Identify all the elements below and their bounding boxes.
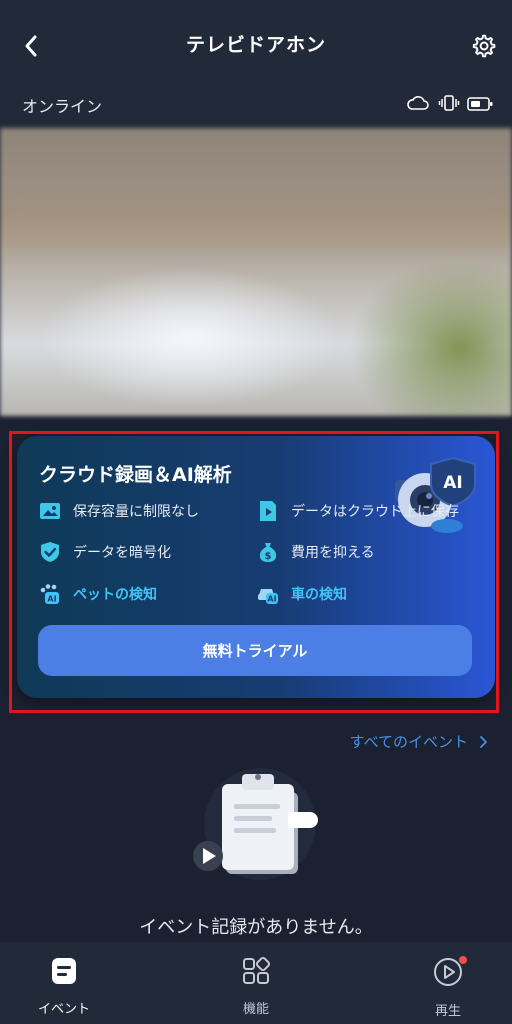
cloud-icon	[407, 96, 429, 110]
settings-gear-icon[interactable]	[470, 33, 496, 59]
no-events-message: イベント記録がありません。	[139, 917, 373, 938]
empty-clipboard-icon	[193, 768, 318, 880]
event-list-icon	[52, 958, 76, 984]
chevron-right-icon	[480, 735, 487, 748]
page-title: テレビドアホン	[185, 34, 326, 56]
nav-item-events[interactable]: イベント	[4, 956, 124, 1017]
notification-dot	[459, 956, 467, 964]
online-status: オンライン	[22, 97, 103, 116]
nav-label-functions: 機能	[242, 1002, 269, 1017]
vibrate-icon	[438, 95, 460, 111]
battery-icon	[467, 97, 493, 111]
video-blur-band	[0, 208, 512, 248]
all-events-label: すべてのイベント	[349, 733, 468, 751]
bottom-nav: イベント 機能 再生	[0, 942, 512, 1024]
top-bar: テレビドアホン オンライン	[0, 0, 512, 128]
grid-apps-icon	[243, 956, 271, 984]
nav-label-events: イベント	[37, 1002, 90, 1017]
all-events-link[interactable]: すべてのイベント	[350, 731, 492, 752]
nav-label-playback: 再生	[434, 1004, 461, 1019]
nav-item-playback[interactable]: 再生	[388, 956, 508, 1019]
camera-live-view[interactable]	[0, 128, 512, 416]
nav-item-functions[interactable]: 機能	[196, 956, 316, 1017]
highlight-frame	[9, 431, 499, 713]
